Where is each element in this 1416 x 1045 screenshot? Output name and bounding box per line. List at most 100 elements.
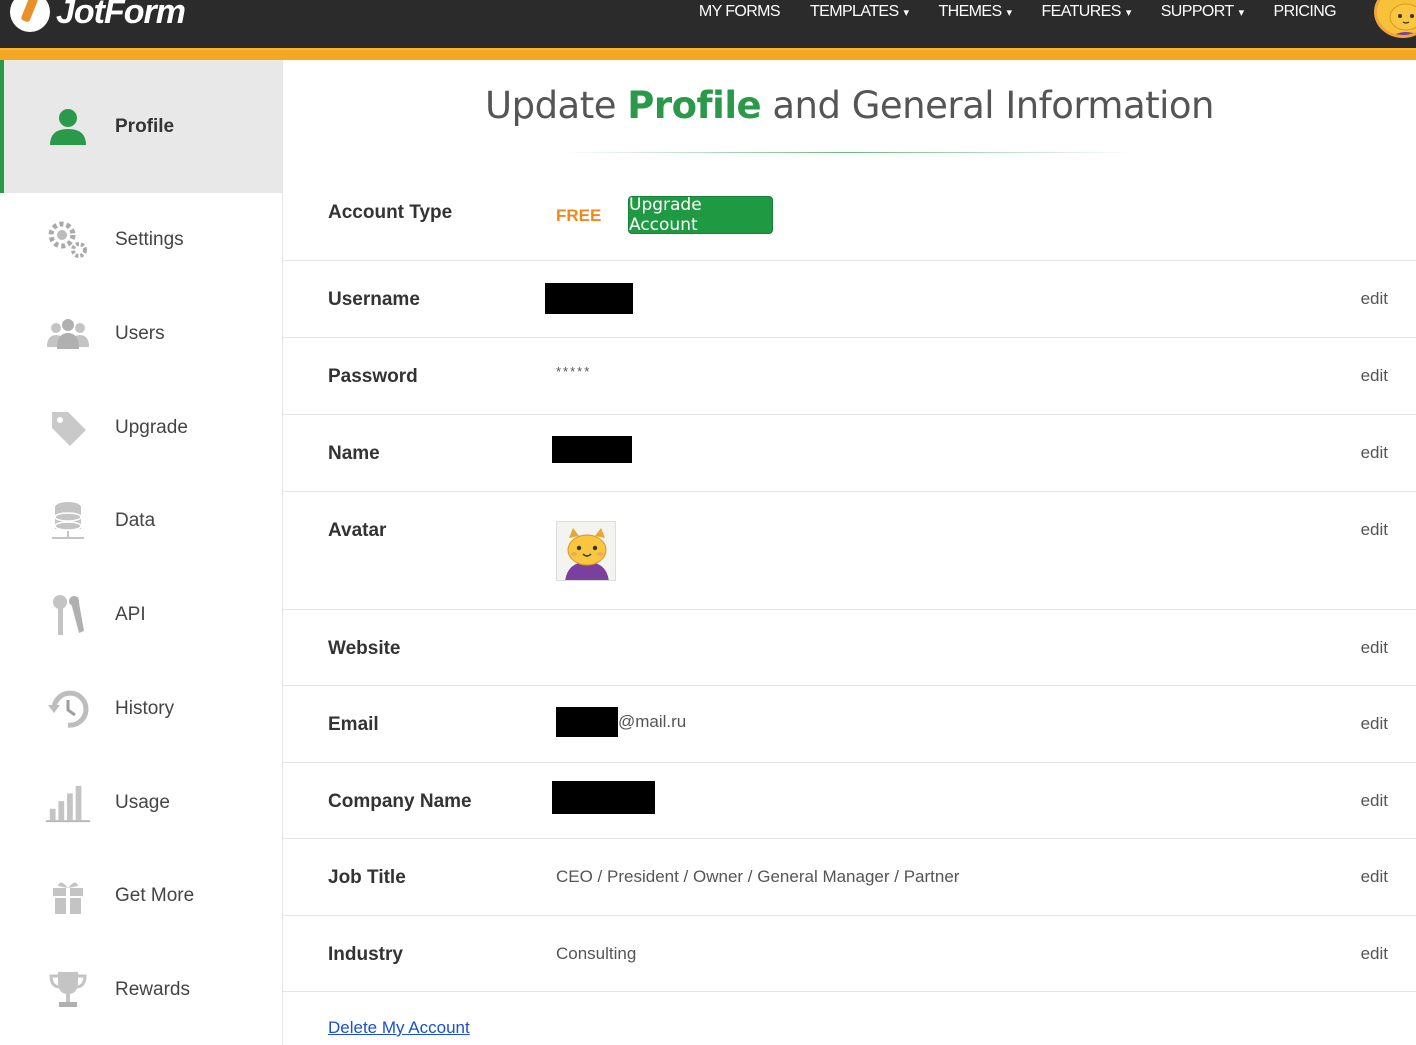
users-icon [46,312,90,356]
company-value [552,781,655,814]
sidebar-item-users[interactable]: Users [0,287,282,381]
sidebar-item-label: Users [115,323,165,344]
industry-label: Industry [328,944,403,965]
website-label: Website [328,638,401,659]
caret-down-icon: ▾ [903,6,910,19]
page-title-highlight: Profile [627,84,762,127]
edit-name-link[interactable]: edit [1361,443,1388,463]
website-row: Website edit [283,610,1416,686]
account-type-badge: FREE [556,206,602,225]
sidebar-item-label: Data [115,510,156,531]
nav-templates[interactable]: TEMPLATES ▾ [809,3,910,21]
edit-username-link[interactable]: edit [1361,289,1388,309]
nav-label: PRICING [1273,3,1337,20]
email-row: Email @mail.ru edit [283,686,1416,763]
jotform-logo[interactable]: JotForm [10,0,186,32]
trophy-icon [46,968,90,1012]
top-navigation-bar: JotForm MY FORMS TEMPLATES ▾ THEMES ▾ FE… [0,0,1416,48]
industry-value: Consulting [556,944,637,963]
job-title-row: Job Title CEO / President / Owner / Gene… [283,839,1416,916]
cat-avatar-icon [1377,0,1416,35]
avatar-image [556,521,616,581]
name-row: Name edit [283,415,1416,492]
nav-themes[interactable]: THEMES ▾ [938,3,1013,21]
sidebar-item-label: Usage [115,792,170,813]
sidebar-item-data[interactable]: Data [0,474,282,568]
sidebar-item-get-more[interactable]: Get More [0,849,282,943]
redacted-block [552,781,655,814]
edit-job-title-link[interactable]: edit [1361,867,1388,887]
topbar-accent-stripe [0,48,1416,60]
jotform-logo-icon [10,0,50,32]
nav-label: THEMES [938,3,1002,20]
edit-email-link[interactable]: edit [1361,714,1388,734]
nav-label: SUPPORT [1160,3,1234,20]
edit-password-link[interactable]: edit [1361,366,1388,386]
email-value: @mail.ru [556,707,686,737]
nav-features[interactable]: FEATURES ▾ [1041,3,1132,21]
username-value [545,283,633,314]
company-label: Company Name [328,791,472,812]
email-label: Email [328,714,379,735]
name-label: Name [328,443,380,464]
sidebar-item-label: Settings [115,229,184,250]
nav-pricing[interactable]: PRICING [1273,3,1337,21]
username-row: Username edit [283,261,1416,338]
account-type-label: Account Type [328,202,453,223]
sidebar-item-upgrade[interactable]: Upgrade [0,381,282,475]
sidebar-item-label: Get More [115,885,195,906]
edit-avatar-link[interactable]: edit [1361,520,1388,540]
nav-my-forms[interactable]: MY FORMS [698,3,781,21]
caret-down-icon: ▾ [1006,6,1013,19]
database-icon [46,499,90,543]
nav-label: MY FORMS [698,3,781,20]
user-icon [46,105,90,149]
edit-website-link[interactable]: edit [1361,638,1388,658]
sidebar-item-usage[interactable]: Usage [0,756,282,850]
job-title-value: CEO / President / Owner / General Manage… [556,867,960,886]
redacted-block [552,436,632,463]
nav-label: TEMPLATES [809,3,899,20]
sidebar-item-api[interactable]: API [0,568,282,662]
brand-name: JotForm [56,0,186,31]
settings-sidebar: Profile Settings Users Upgrade Data API [0,60,283,1045]
account-type-row: Account Type FREE Upgrade Account [283,178,1416,261]
user-avatar-button[interactable] [1374,0,1416,38]
history-icon [46,687,90,731]
password-row: Password ***** edit [283,338,1416,415]
sidebar-item-label: Profile [115,115,175,137]
caret-down-icon: ▾ [1125,6,1132,19]
sidebar-item-history[interactable]: History [0,662,282,756]
profile-main-panel: Update Profile and General Information A… [283,60,1416,1045]
title-divider [563,152,1133,153]
name-value [552,436,632,463]
tag-icon [46,406,90,450]
edit-industry-link[interactable]: edit [1361,944,1388,964]
cat-avatar-icon [557,522,615,580]
redacted-block [556,707,618,737]
password-value: ***** [556,364,592,379]
gift-icon [46,874,90,918]
sidebar-item-profile[interactable]: Profile [0,60,282,193]
avatar-label: Avatar [328,520,387,541]
upgrade-account-button[interactable]: Upgrade Account [628,195,773,235]
main-nav: MY FORMS TEMPLATES ▾ THEMES ▾ FEATURES ▾… [698,0,1337,24]
gear-icon [46,218,90,262]
nav-label: FEATURES [1041,3,1121,20]
keys-icon [46,593,90,637]
username-label: Username [328,289,420,310]
nav-support[interactable]: SUPPORT ▾ [1161,3,1244,21]
password-label: Password [328,366,418,387]
sidebar-item-rewards[interactable]: Rewards [0,943,282,1037]
delete-account-link[interactable]: Delete My Account [328,1018,470,1038]
page-title: Update Profile and General Information [283,84,1416,127]
bar-chart-icon [46,781,90,825]
page-title-prefix: Update [485,84,628,127]
edit-company-link[interactable]: edit [1361,791,1388,811]
sidebar-item-settings[interactable]: Settings [0,193,282,287]
industry-row: Industry Consulting edit [283,916,1416,992]
job-title-label: Job Title [328,867,406,888]
sidebar-item-label: History [115,698,175,719]
company-row: Company Name edit [283,763,1416,839]
page-title-suffix: and General Information [761,84,1214,127]
